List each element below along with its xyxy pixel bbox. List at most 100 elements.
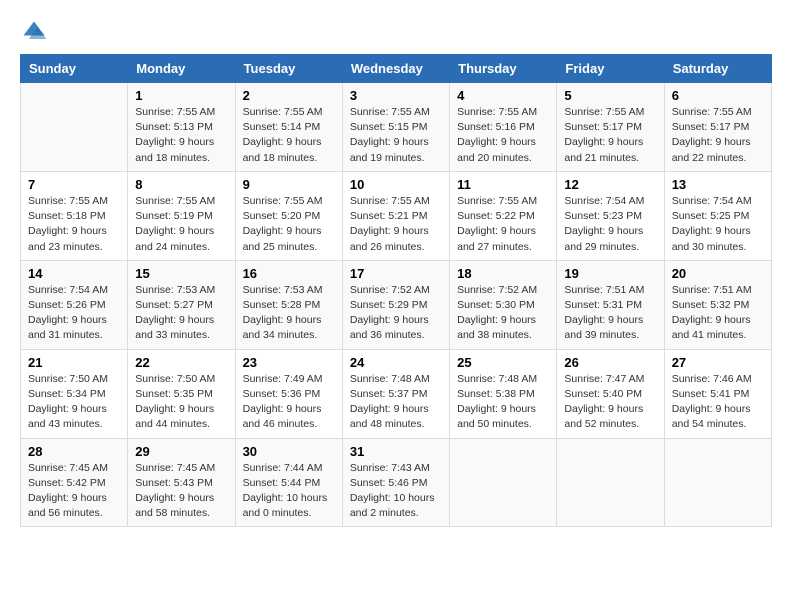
day-number: 17: [350, 266, 442, 281]
day-cell: 15 Sunrise: 7:53 AMSunset: 5:27 PMDayligh…: [128, 260, 235, 349]
day-number: 24: [350, 355, 442, 370]
day-cell: [450, 438, 557, 527]
weekday-header-row: SundayMondayTuesdayWednesdayThursdayFrid…: [21, 55, 772, 83]
day-cell: 26 Sunrise: 7:47 AMSunset: 5:40 PMDayligh…: [557, 349, 664, 438]
day-cell: 23 Sunrise: 7:49 AMSunset: 5:36 PMDayligh…: [235, 349, 342, 438]
day-detail: Sunrise: 7:51 AMSunset: 5:31 PMDaylight:…: [564, 283, 656, 344]
day-cell: 31 Sunrise: 7:43 AMSunset: 5:46 PMDayligh…: [342, 438, 449, 527]
day-number: 29: [135, 444, 227, 459]
day-cell: 10Sunrise: 7:55 AMSunset: 5:21 PMDayligh…: [342, 171, 449, 260]
week-row-2: 7 Sunrise: 7:55 AMSunset: 5:18 PMDaylight…: [21, 171, 772, 260]
day-cell: 11 Sunrise: 7:55 AMSunset: 5:22 PMDayligh…: [450, 171, 557, 260]
day-detail: Sunrise: 7:55 AMSunset: 5:18 PMDaylight:…: [28, 194, 120, 255]
week-row-5: 28 Sunrise: 7:45 AMSunset: 5:42 PMDayligh…: [21, 438, 772, 527]
day-detail: Sunrise: 7:54 AMSunset: 5:25 PMDaylight:…: [672, 194, 764, 255]
day-number: 1: [135, 88, 227, 103]
day-detail: Sunrise: 7:51 AMSunset: 5:32 PMDaylight:…: [672, 283, 764, 344]
weekday-header-sunday: Sunday: [21, 55, 128, 83]
day-detail: Sunrise: 7:46 AMSunset: 5:41 PMDaylight:…: [672, 372, 764, 433]
day-detail: Sunrise: 7:44 AMSunset: 5:44 PMDaylight:…: [243, 461, 335, 522]
day-cell: [557, 438, 664, 527]
day-number: 22: [135, 355, 227, 370]
day-number: 28: [28, 444, 120, 459]
day-cell: 4 Sunrise: 7:55 AMSunset: 5:16 PMDaylight…: [450, 83, 557, 172]
day-cell: 16 Sunrise: 7:53 AMSunset: 5:28 PMDayligh…: [235, 260, 342, 349]
day-detail: Sunrise: 7:45 AMSunset: 5:42 PMDaylight:…: [28, 461, 120, 522]
day-cell: 13 Sunrise: 7:54 AMSunset: 5:25 PMDayligh…: [664, 171, 771, 260]
weekday-header-tuesday: Tuesday: [235, 55, 342, 83]
day-number: 26: [564, 355, 656, 370]
day-detail: Sunrise: 7:55 AMSunset: 5:19 PMDaylight:…: [135, 194, 227, 255]
day-cell: 25 Sunrise: 7:48 AMSunset: 5:38 PMDayligh…: [450, 349, 557, 438]
day-detail: Sunrise: 7:55 AMSunset: 5:16 PMDaylight:…: [457, 105, 549, 166]
day-number: 16: [243, 266, 335, 281]
day-detail: Sunrise: 7:47 AMSunset: 5:40 PMDaylight:…: [564, 372, 656, 433]
day-number: 23: [243, 355, 335, 370]
day-number: 13: [672, 177, 764, 192]
day-cell: 12 Sunrise: 7:54 AMSunset: 5:23 PMDayligh…: [557, 171, 664, 260]
day-number: 27: [672, 355, 764, 370]
day-detail: Sunrise: 7:55 AMSunset: 5:14 PMDaylight:…: [243, 105, 335, 166]
day-number: 21: [28, 355, 120, 370]
day-cell: 22 Sunrise: 7:50 AMSunset: 5:35 PMDayligh…: [128, 349, 235, 438]
day-detail: Sunrise: 7:45 AMSunset: 5:43 PMDaylight:…: [135, 461, 227, 522]
day-cell: 14Sunrise: 7:54 AMSunset: 5:26 PMDayligh…: [21, 260, 128, 349]
calendar-page: SundayMondayTuesdayWednesdayThursdayFrid…: [0, 0, 792, 612]
day-cell: 19 Sunrise: 7:51 AMSunset: 5:31 PMDayligh…: [557, 260, 664, 349]
day-cell: 29 Sunrise: 7:45 AMSunset: 5:43 PMDayligh…: [128, 438, 235, 527]
header: [20, 18, 772, 46]
day-cell: 9 Sunrise: 7:55 AMSunset: 5:20 PMDaylight…: [235, 171, 342, 260]
logo: [20, 18, 52, 46]
day-number: 4: [457, 88, 549, 103]
day-detail: Sunrise: 7:55 AMSunset: 5:13 PMDaylight:…: [135, 105, 227, 166]
day-number: 7: [28, 177, 120, 192]
day-detail: Sunrise: 7:52 AMSunset: 5:29 PMDaylight:…: [350, 283, 442, 344]
day-number: 11: [457, 177, 549, 192]
day-cell: 28 Sunrise: 7:45 AMSunset: 5:42 PMDayligh…: [21, 438, 128, 527]
day-cell: 21 Sunrise: 7:50 AMSunset: 5:34 PMDayligh…: [21, 349, 128, 438]
day-detail: Sunrise: 7:48 AMSunset: 5:38 PMDaylight:…: [457, 372, 549, 433]
day-detail: Sunrise: 7:55 AMSunset: 5:20 PMDaylight:…: [243, 194, 335, 255]
day-detail: Sunrise: 7:55 AMSunset: 5:17 PMDaylight:…: [564, 105, 656, 166]
day-detail: Sunrise: 7:49 AMSunset: 5:36 PMDaylight:…: [243, 372, 335, 433]
day-number: 5: [564, 88, 656, 103]
day-detail: Sunrise: 7:53 AMSunset: 5:28 PMDaylight:…: [243, 283, 335, 344]
day-cell: 24 Sunrise: 7:48 AMSunset: 5:37 PMDayligh…: [342, 349, 449, 438]
day-cell: 5 Sunrise: 7:55 AMSunset: 5:17 PMDaylight…: [557, 83, 664, 172]
day-detail: Sunrise: 7:50 AMSunset: 5:34 PMDaylight:…: [28, 372, 120, 433]
day-detail: Sunrise: 7:55 AMSunset: 5:17 PMDaylight:…: [672, 105, 764, 166]
day-detail: Sunrise: 7:54 AMSunset: 5:26 PMDaylight:…: [28, 283, 120, 344]
day-detail: Sunrise: 7:53 AMSunset: 5:27 PMDaylight:…: [135, 283, 227, 344]
day-number: 9: [243, 177, 335, 192]
day-cell: 7 Sunrise: 7:55 AMSunset: 5:18 PMDaylight…: [21, 171, 128, 260]
day-number: 2: [243, 88, 335, 103]
day-detail: Sunrise: 7:50 AMSunset: 5:35 PMDaylight:…: [135, 372, 227, 433]
weekday-header-saturday: Saturday: [664, 55, 771, 83]
week-row-4: 21 Sunrise: 7:50 AMSunset: 5:34 PMDayligh…: [21, 349, 772, 438]
weekday-header-wednesday: Wednesday: [342, 55, 449, 83]
weekday-header-friday: Friday: [557, 55, 664, 83]
weekday-header-monday: Monday: [128, 55, 235, 83]
day-number: 15: [135, 266, 227, 281]
day-number: 6: [672, 88, 764, 103]
day-detail: Sunrise: 7:55 AMSunset: 5:22 PMDaylight:…: [457, 194, 549, 255]
day-cell: 17 Sunrise: 7:52 AMSunset: 5:29 PMDayligh…: [342, 260, 449, 349]
day-number: 12: [564, 177, 656, 192]
day-number: 8: [135, 177, 227, 192]
day-detail: Sunrise: 7:55 AMSunset: 5:21 PMDaylight:…: [350, 194, 442, 255]
day-detail: Sunrise: 7:54 AMSunset: 5:23 PMDaylight:…: [564, 194, 656, 255]
day-number: 20: [672, 266, 764, 281]
day-number: 31: [350, 444, 442, 459]
day-cell: 6 Sunrise: 7:55 AMSunset: 5:17 PMDaylight…: [664, 83, 771, 172]
day-number: 19: [564, 266, 656, 281]
day-detail: Sunrise: 7:43 AMSunset: 5:46 PMDaylight:…: [350, 461, 442, 522]
logo-icon: [20, 18, 48, 46]
day-detail: Sunrise: 7:52 AMSunset: 5:30 PMDaylight:…: [457, 283, 549, 344]
day-cell: 18Sunrise: 7:52 AMSunset: 5:30 PMDayligh…: [450, 260, 557, 349]
week-row-1: 1 Sunrise: 7:55 AMSunset: 5:13 PMDaylight…: [21, 83, 772, 172]
day-cell: [21, 83, 128, 172]
week-row-3: 14Sunrise: 7:54 AMSunset: 5:26 PMDayligh…: [21, 260, 772, 349]
day-cell: 1 Sunrise: 7:55 AMSunset: 5:13 PMDaylight…: [128, 83, 235, 172]
day-detail: Sunrise: 7:48 AMSunset: 5:37 PMDaylight:…: [350, 372, 442, 433]
day-number: 25: [457, 355, 549, 370]
